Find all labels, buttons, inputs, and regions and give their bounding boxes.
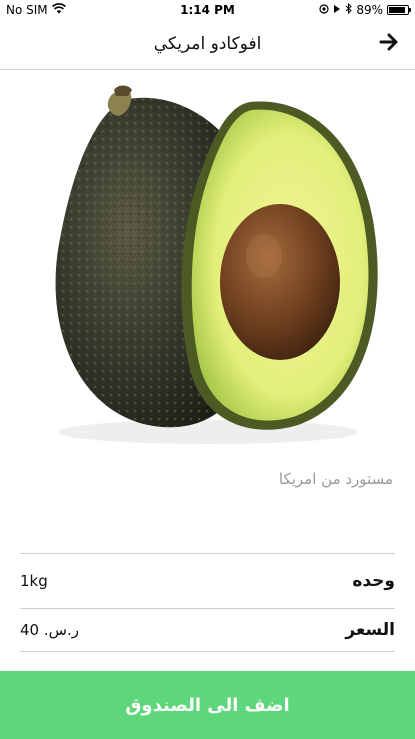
detail-row-unit: 1kg وحده (20, 553, 395, 608)
battery-fill (389, 7, 405, 13)
status-bar: No SIM 1:14 PM 89% (0, 0, 415, 20)
bluetooth-icon (345, 2, 353, 17)
unit-label: وحده (352, 571, 395, 591)
product-image (0, 80, 415, 450)
price-value: ر.س. 40 (20, 621, 79, 639)
location-icon (319, 3, 329, 17)
avocado-image (55, 85, 378, 444)
nav-bar: افوكادو امريكي (0, 20, 415, 70)
add-to-cart-button[interactable]: اضف الى الصندوق (0, 671, 415, 739)
product-description: مستورد من امريكا (278, 470, 393, 488)
battery-percent: 89% (356, 3, 383, 17)
alarm-icon (333, 3, 341, 17)
detail-row-price: ر.س. 40 السعر (20, 608, 395, 652)
price-label: السعر (345, 620, 395, 640)
page-title: افوكادو امريكي (153, 34, 262, 54)
back-button[interactable] (377, 32, 401, 56)
arrow-right-icon (379, 33, 399, 55)
unit-value: 1kg (20, 572, 48, 590)
product-details: 1kg وحده ر.س. 40 السعر (20, 553, 395, 652)
status-right: 89% (319, 2, 411, 17)
battery-icon (387, 5, 411, 15)
